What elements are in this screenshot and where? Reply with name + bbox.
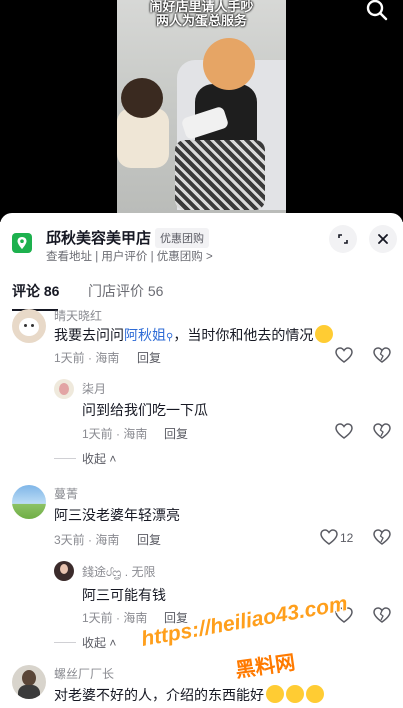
avatar[interactable] (12, 485, 46, 519)
like-heart-icon[interactable] (335, 423, 353, 439)
location-pin-icon (12, 233, 32, 253)
search-icon[interactable] (365, 0, 389, 24)
reply-button[interactable]: 回复 (164, 425, 188, 442)
comment-text-part: 对老婆不好的人，介绍的东西能好 (54, 687, 264, 703)
chevron-up-icon: ˄ (106, 452, 117, 466)
collapse-divider (54, 458, 76, 459)
expand-button[interactable] (329, 225, 357, 253)
reply-text: 问到给我们吃一下瓜 (82, 402, 208, 418)
like-heart-icon[interactable] (320, 529, 338, 545)
avatar[interactable] (54, 561, 74, 581)
reply-button[interactable]: 回复 (137, 531, 161, 548)
comment-text-part: ，当时你和他去的情况 (173, 327, 314, 343)
comment-mention[interactable]: 阿秋姐 (124, 327, 166, 343)
video-worker-head (121, 78, 163, 118)
collapse-replies-button[interactable]: 收起 ˄ (82, 450, 116, 467)
close-button[interactable] (369, 225, 397, 253)
tab-store-reviews[interactable]: 门店评价 56 (88, 281, 163, 301)
comment-username[interactable]: 螺丝厂厂长 (54, 665, 114, 682)
avatar[interactable] (12, 309, 46, 343)
video-person-head (203, 38, 255, 90)
comment-text: 对老婆不好的人，介绍的东西能好 (54, 685, 324, 705)
comment-meta: 3天前 · 海南 (54, 533, 120, 547)
reply-text: 阿三可能有钱 (82, 587, 166, 603)
pleading-emoji-icon (266, 685, 284, 703)
dislike-broken-heart-icon[interactable] (373, 347, 391, 363)
shop-subtitle[interactable]: 查看地址 | 用户评价 | 优惠团购 > (46, 248, 213, 264)
comment-tabs: 评论 86 门店评价 56 (12, 281, 403, 311)
tab-comments[interactable]: 评论 86 (12, 281, 59, 301)
reply-meta: 1天前 · 海南 (82, 611, 148, 625)
pleading-emoji-icon (306, 685, 324, 703)
dislike-broken-heart-icon[interactable] (373, 529, 391, 545)
avatar[interactable] (54, 379, 74, 399)
close-icon (378, 234, 388, 244)
dislike-broken-heart-icon[interactable] (373, 423, 391, 439)
expand-icon (338, 234, 348, 244)
video-caption-line1: 闹好店里请人手吵 (149, 0, 254, 14)
comment-text: 阿三没老婆年轻漂亮 (54, 507, 180, 523)
collapse-replies-button[interactable]: 收起 ˄ (82, 634, 116, 651)
reply-button[interactable]: 回复 (137, 349, 161, 366)
comment-meta: 1天前 · 海南 (54, 351, 120, 365)
like-count: 12 (340, 531, 354, 545)
shop-header[interactable]: 邱秋美容美甲店 优惠团购 查看地址 | 用户评价 | 优惠团购 > (12, 223, 397, 265)
comment-text: 我要去问问阿秋姐⚲，当时你和他去的情况 (54, 325, 334, 345)
video-caption: 闹好店里请人手吵 两人为蛋总服务 (117, 0, 286, 28)
shop-tag: 优惠团购 (155, 228, 209, 248)
video-person-skirt (175, 140, 265, 210)
comment-username[interactable]: 蔓菁 (54, 485, 78, 502)
collapse-label: 收起 (82, 452, 107, 466)
avatar[interactable] (12, 665, 46, 699)
video-player[interactable]: 闹好店里请人手吵 两人为蛋总服务 (0, 0, 403, 222)
reply-meta: 1天前 · 海南 (82, 427, 148, 441)
comment-text-part: 我要去问问 (54, 327, 124, 343)
reply-username[interactable]: 柒月 (82, 380, 106, 397)
dislike-broken-heart-icon[interactable] (373, 607, 391, 623)
shop-name: 邱秋美容美甲店 (46, 230, 152, 247)
video-frame: 闹好店里请人手吵 两人为蛋总服务 (117, 0, 286, 222)
reply-username[interactable]: 錢途ᦔᦗ . 无限 (82, 563, 155, 580)
like-heart-icon[interactable] (335, 347, 353, 363)
comment-username[interactable]: 晴天晓红 (54, 307, 102, 324)
collapse-divider (54, 642, 76, 643)
collapse-label: 收起 (82, 636, 107, 650)
chevron-up-icon: ˄ (106, 636, 117, 650)
grin-emoji-icon (315, 325, 334, 343)
video-caption-line2: 两人为蛋总服务 (155, 13, 247, 28)
pleading-emoji-icon (286, 685, 304, 703)
